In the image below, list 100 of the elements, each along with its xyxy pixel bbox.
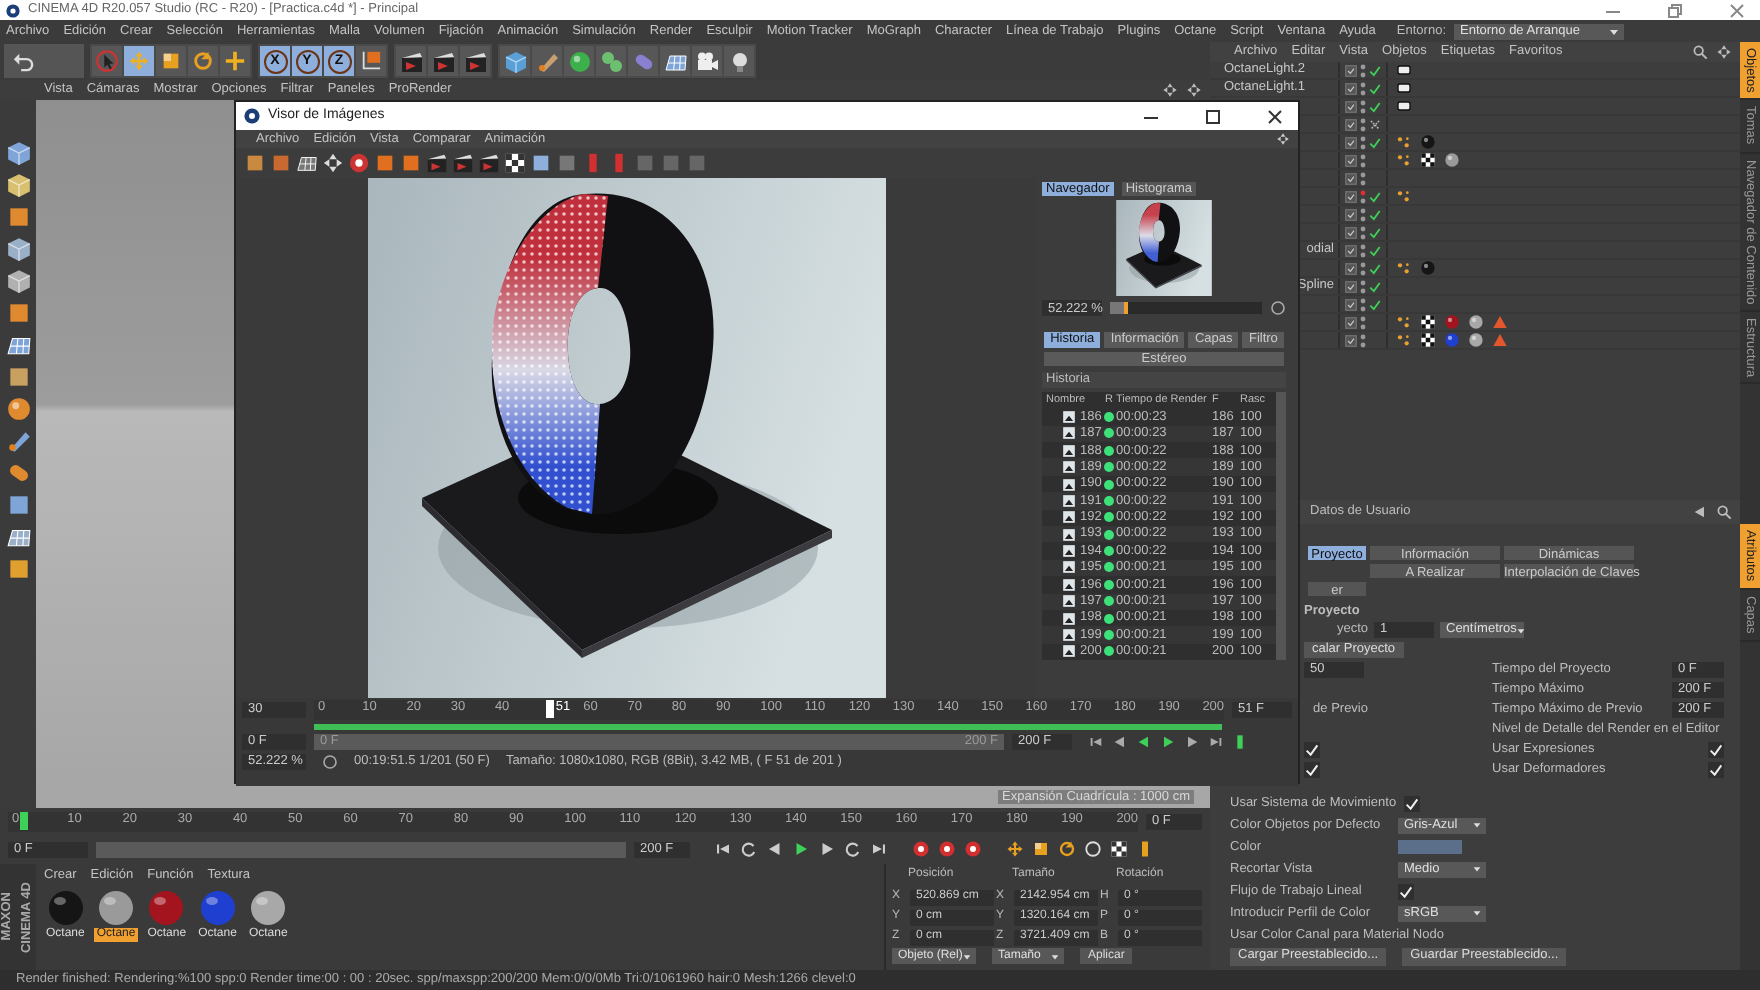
material-tag-icon[interactable]: [1420, 134, 1436, 150]
timeline-icon[interactable]: [1136, 840, 1154, 858]
floor-icon[interactable]: [663, 49, 687, 73]
material-tag-icon[interactable]: [1468, 332, 1484, 348]
material-preview[interactable]: [47, 890, 84, 927]
layer-toggle-icon[interactable]: [1344, 99, 1358, 113]
visibility-dots-icon[interactable]: [1360, 171, 1366, 185]
add-tool-button[interactable]: [220, 46, 250, 76]
render-icon[interactable]: [1062, 443, 1076, 458]
visibility-dots-icon[interactable]: [1360, 81, 1366, 95]
layer-toggle-icon[interactable]: [1344, 315, 1358, 329]
search-icon[interactable]: [1716, 504, 1732, 520]
parameter-key-icon[interactable]: [1084, 840, 1102, 858]
render-icon[interactable]: [1062, 544, 1076, 559]
last-frame-icon[interactable]: [870, 840, 888, 858]
navigate-icon[interactable]: [1716, 44, 1732, 60]
layer-toggle-icon[interactable]: [1344, 63, 1358, 77]
checkbox[interactable]: [1304, 762, 1320, 778]
visibility-dots-icon[interactable]: [1360, 261, 1366, 275]
dots-tag-icon[interactable]: [1396, 188, 1412, 204]
check-icon[interactable]: [1368, 279, 1382, 293]
back-icon[interactable]: [1692, 504, 1708, 520]
checker-tag-icon[interactable]: [1420, 314, 1436, 330]
square-icon[interactable]: [5, 204, 31, 230]
layer-toggle-icon[interactable]: [1344, 225, 1358, 239]
check-icon[interactable]: [1368, 135, 1382, 149]
playhead[interactable]: [19, 812, 28, 830]
next-frame-icon[interactable]: [818, 840, 836, 858]
compare-icon[interactable]: [504, 152, 526, 174]
render-icon[interactable]: [1062, 577, 1076, 592]
check-icon[interactable]: [1368, 189, 1382, 203]
zoom-view-icon[interactable]: [1186, 82, 1202, 98]
check-icon[interactable]: [1368, 63, 1382, 77]
first-frame-icon[interactable]: [714, 840, 732, 858]
render-icon[interactable]: [431, 49, 455, 73]
check-icon[interactable]: [1368, 207, 1382, 221]
visibility-dots-icon[interactable]: [1360, 333, 1366, 347]
visibility-dots-icon[interactable]: [1360, 225, 1366, 239]
previous-frame-icon[interactable]: [1112, 734, 1128, 750]
render-icon[interactable]: [348, 152, 370, 174]
camera-icon[interactable]: [695, 49, 719, 73]
material-preview[interactable]: [148, 890, 185, 927]
play-icon[interactable]: [792, 840, 810, 858]
layer-toggle-icon[interactable]: [1344, 243, 1358, 257]
checkbox[interactable]: [1404, 795, 1421, 811]
visibility-dots-icon[interactable]: [1360, 99, 1366, 113]
play-icon[interactable]: [1160, 734, 1176, 750]
select-tool-button[interactable]: [92, 46, 122, 76]
render-icon[interactable]: [1062, 510, 1076, 525]
frame-icon[interactable]: [452, 152, 474, 174]
dots-tag-icon[interactable]: [1396, 152, 1412, 168]
material-tag-icon[interactable]: [1444, 332, 1460, 348]
layer-icon[interactable]: [374, 152, 396, 174]
ball-icon[interactable]: [5, 396, 31, 422]
material-tag-icon[interactable]: [1420, 260, 1436, 276]
open-icon[interactable]: [244, 152, 266, 174]
render-icon[interactable]: [1062, 409, 1076, 424]
layer-toggle-icon[interactable]: [1344, 297, 1358, 311]
material-tag-icon[interactable]: [1444, 152, 1460, 168]
timeline-scrollbar[interactable]: [96, 841, 626, 857]
checkbox[interactable]: [1304, 742, 1320, 758]
cube-icon[interactable]: [5, 236, 31, 262]
spheres-icon[interactable]: [599, 49, 623, 73]
search-icon[interactable]: [1692, 44, 1708, 60]
visibility-dots-icon[interactable]: [1360, 135, 1366, 149]
scale-key-icon[interactable]: [1032, 840, 1050, 858]
previous-key-icon[interactable]: [740, 840, 758, 858]
square-icon[interactable]: [5, 556, 31, 582]
layer-toggle-icon[interactable]: [1344, 207, 1358, 221]
render-settings-icon[interactable]: [463, 49, 487, 73]
zoom-slider-fill[interactable]: [1110, 302, 1129, 315]
visibility-dots-icon[interactable]: [1360, 189, 1366, 203]
visibility-dots-icon[interactable]: [1360, 63, 1366, 77]
play-backward-icon[interactable]: [1136, 734, 1152, 750]
move-view-icon[interactable]: [1162, 82, 1178, 98]
cube-icon[interactable]: [503, 49, 527, 73]
render-icon[interactable]: [1062, 644, 1076, 659]
square-icon[interactable]: [5, 492, 31, 518]
navigate-icon[interactable]: [1276, 132, 1290, 146]
rotate-key-icon[interactable]: [1058, 840, 1076, 858]
check-icon[interactable]: [1368, 81, 1382, 95]
layer-toggle-icon[interactable]: [1344, 81, 1358, 95]
restore-icon[interactable]: [1668, 3, 1682, 17]
visibility-dots-icon[interactable]: [1360, 207, 1366, 221]
dots-tag-icon[interactable]: [1396, 314, 1412, 330]
light-bulb-icon[interactable]: [727, 49, 751, 73]
layer-toggle-icon[interactable]: [1344, 279, 1358, 293]
render-icon[interactable]: [1062, 493, 1076, 508]
dots-tag-icon[interactable]: [1396, 260, 1412, 276]
check-icon[interactable]: [1368, 99, 1382, 113]
scale-tool-button[interactable]: [156, 46, 186, 76]
material-tag-icon[interactable]: [1468, 314, 1484, 330]
checker-tag-icon[interactable]: [1420, 332, 1436, 348]
render-view-icon[interactable]: [399, 49, 423, 73]
frame-icon[interactable]: [478, 152, 500, 174]
close-icon[interactable]: [1268, 109, 1282, 123]
render-icon[interactable]: [1062, 594, 1076, 609]
material-tag-icon[interactable]: [1444, 314, 1460, 330]
checkbox[interactable]: [1708, 742, 1724, 758]
rotate-tool-button[interactable]: [188, 46, 218, 76]
